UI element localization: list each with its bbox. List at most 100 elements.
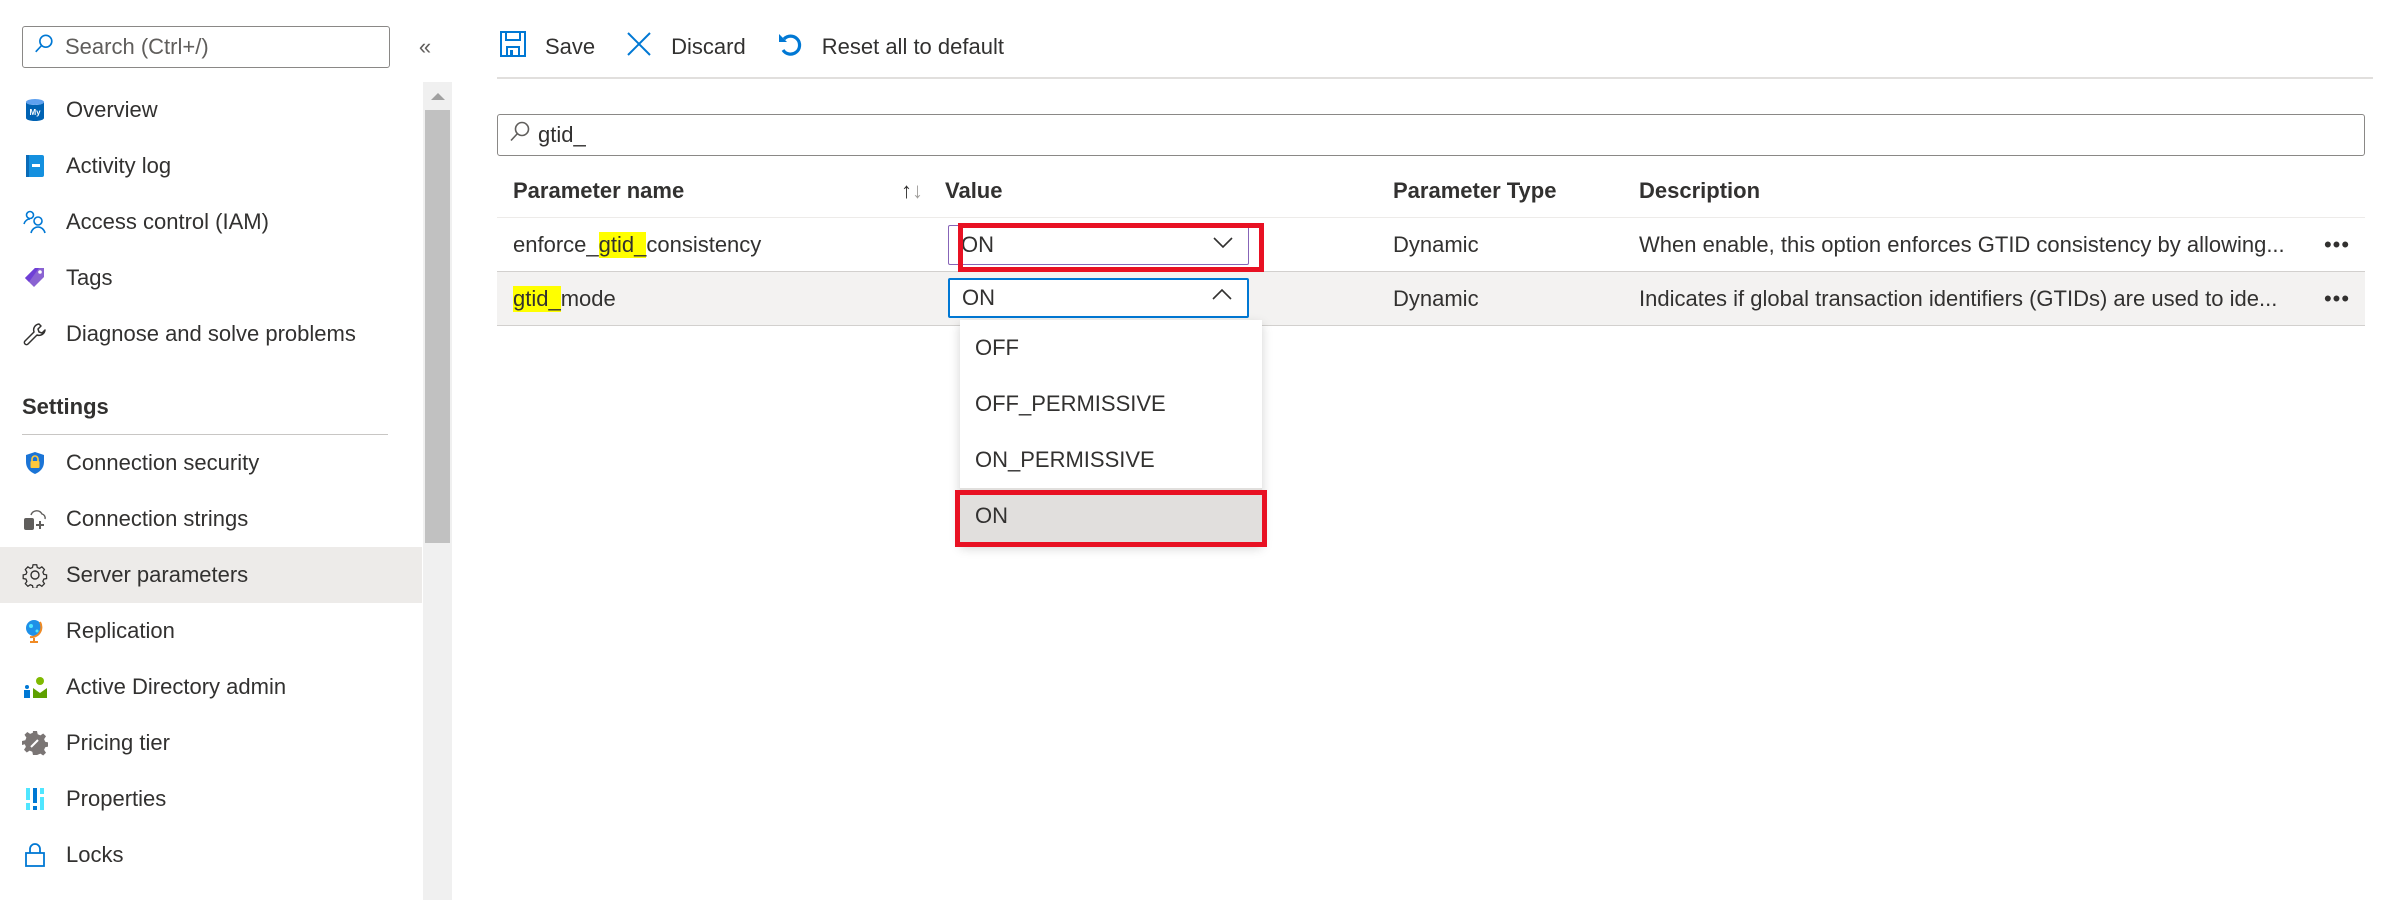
sidebar-item-label: Active Directory admin (66, 674, 287, 699)
sidebar-item-connection-security[interactable]: Connection security (0, 435, 422, 491)
sidebar-nav: My Overview Activity log Access control … (0, 82, 422, 883)
sort-down-arrow-icon: ↓ (912, 177, 923, 203)
chevron-down-icon (1212, 231, 1234, 259)
mysql-database-icon: My (22, 97, 48, 123)
parameter-description: When enable, this option enforces GTID c… (1639, 231, 2285, 257)
pricing-gear-icon (22, 730, 48, 756)
value-select[interactable]: ON (948, 278, 1249, 318)
select-value: ON (961, 232, 994, 257)
lock-icon (22, 842, 48, 868)
sidebar-item-locks[interactable]: Locks (0, 827, 422, 883)
more-actions-button[interactable]: ••• (2309, 232, 2365, 258)
parameters-table: Parameter name ↑↓ Value Parameter Type D… (497, 164, 2365, 326)
sidebar-item-label: Replication (66, 618, 175, 643)
sidebar-item-replication[interactable]: Replication (0, 603, 422, 659)
sidebar-item-access-control[interactable]: Access control (IAM) (0, 194, 422, 250)
sidebar-item-server-parameters[interactable]: Server parameters (0, 547, 422, 603)
sidebar-item-activity-log[interactable]: Activity log (0, 138, 422, 194)
wrench-icon (22, 321, 48, 347)
sidebar-item-properties[interactable]: Properties (0, 771, 422, 827)
scrollbar-thumb[interactable] (425, 110, 450, 543)
undo-icon (776, 30, 822, 64)
active-directory-icon (22, 674, 48, 700)
value-dropdown-list: OFF OFF_PERMISSIVE ON_PERMISSIVE ON (960, 320, 1262, 544)
dropdown-option-off-permissive[interactable]: OFF_PERMISSIVE (960, 376, 1262, 432)
sidebar-item-label: Properties (66, 786, 167, 811)
parameter-name: enforce_ gtid_ consistency (497, 231, 945, 258)
value-cell: ON (945, 272, 1393, 325)
search-match-highlight: gtid_ (513, 285, 561, 312)
column-header-parameter-name[interactable]: Parameter name ↑↓ (497, 178, 945, 204)
discard-button[interactable]: Discard (625, 30, 746, 64)
parameter-description: Indicates if global transaction identifi… (1639, 285, 2278, 311)
sidebar-scrollbar[interactable] (423, 82, 452, 900)
table-row[interactable]: gtid_ mode ON Dynamic Indicates if global… (497, 272, 2365, 326)
connection-strings-icon (22, 506, 48, 532)
column-header-description: Description (1639, 177, 1761, 203)
more-actions-button[interactable]: ••• (2309, 286, 2365, 312)
collapse-sidebar-button[interactable]: « (410, 32, 440, 62)
column-label: Value (945, 177, 1003, 203)
name-text: mode (560, 285, 616, 311)
sidebar-item-overview[interactable]: My Overview (0, 82, 422, 138)
parameter-type: Dynamic (1393, 285, 1479, 311)
name-text: consistency (646, 231, 762, 257)
command-bar: Save Discard Reset all to default (499, 26, 1034, 68)
sort-icon[interactable]: ↑↓ (901, 178, 923, 204)
reset-all-button[interactable]: Reset all to default (776, 30, 1004, 64)
save-button[interactable]: Save (499, 30, 595, 64)
sidebar: « My Overview Activity log Access contro… (0, 0, 452, 900)
sidebar-item-connection-strings[interactable]: Connection strings (0, 491, 422, 547)
search-match-highlight: gtid_ (598, 231, 647, 258)
sidebar-item-label: Connection security (66, 450, 260, 475)
activity-log-icon (22, 153, 48, 179)
tag-icon (22, 265, 48, 291)
search-icon (33, 33, 65, 61)
sidebar-search-input[interactable] (65, 34, 375, 60)
dropdown-option-on[interactable]: ON (960, 488, 1262, 544)
sidebar-item-label: Server parameters (66, 562, 249, 587)
search-icon (508, 120, 538, 150)
gear-icon (22, 562, 48, 588)
column-header-parameter-type: Parameter Type (1393, 177, 1557, 203)
value-select[interactable]: ON (948, 225, 1249, 265)
sidebar-item-label: Diagnose and solve problems (66, 321, 356, 346)
main-content: Save Discard Reset all to default Parame… (487, 0, 2384, 900)
save-label: Save (545, 34, 596, 59)
sidebar-item-tags[interactable]: Tags (0, 250, 422, 306)
close-icon (625, 30, 671, 64)
sidebar-item-label: Access control (IAM) (66, 209, 269, 234)
save-icon (499, 30, 545, 64)
scroll-up-arrow-icon[interactable] (423, 82, 452, 110)
parameter-name: gtid_ mode (497, 285, 945, 312)
sidebar-item-label: Locks (66, 842, 124, 867)
discard-label: Discard (671, 34, 746, 59)
value-cell: ON (945, 218, 1393, 271)
sidebar-item-label: Activity log (66, 153, 172, 178)
select-value: ON (962, 285, 995, 310)
sidebar-item-active-directory-admin[interactable]: Active Directory admin (0, 659, 422, 715)
parameter-type: Dynamic (1393, 231, 1479, 257)
globe-icon (22, 618, 48, 644)
name-text: enforce_ (513, 231, 599, 257)
properties-icon (22, 786, 48, 812)
sidebar-item-pricing-tier[interactable]: Pricing tier (0, 715, 422, 771)
sidebar-search[interactable] (22, 26, 390, 68)
toolbar-divider (497, 77, 2373, 79)
sidebar-item-diagnose[interactable]: Diagnose and solve problems (0, 306, 422, 362)
sidebar-item-label: Pricing tier (66, 730, 170, 755)
dropdown-option-on-permissive[interactable]: ON_PERMISSIVE (960, 432, 1262, 488)
chevron-up-icon (1211, 284, 1233, 312)
column-header-value: Value (945, 164, 1393, 217)
people-icon (22, 209, 48, 235)
parameter-filter[interactable] (497, 114, 2365, 156)
sidebar-item-label: Overview (66, 97, 158, 122)
table-row[interactable]: enforce_ gtid_ consistency ON Dynamic When… (497, 218, 2365, 272)
filter-input[interactable] (538, 122, 2338, 148)
shield-lock-icon (22, 450, 48, 476)
settings-section-header: Settings (22, 394, 109, 419)
dropdown-option-off[interactable]: OFF (960, 320, 1262, 376)
table-header: Parameter name ↑↓ Value Parameter Type D… (497, 164, 2365, 218)
svg-text:My: My (29, 108, 41, 117)
column-label: Parameter name (513, 177, 685, 203)
